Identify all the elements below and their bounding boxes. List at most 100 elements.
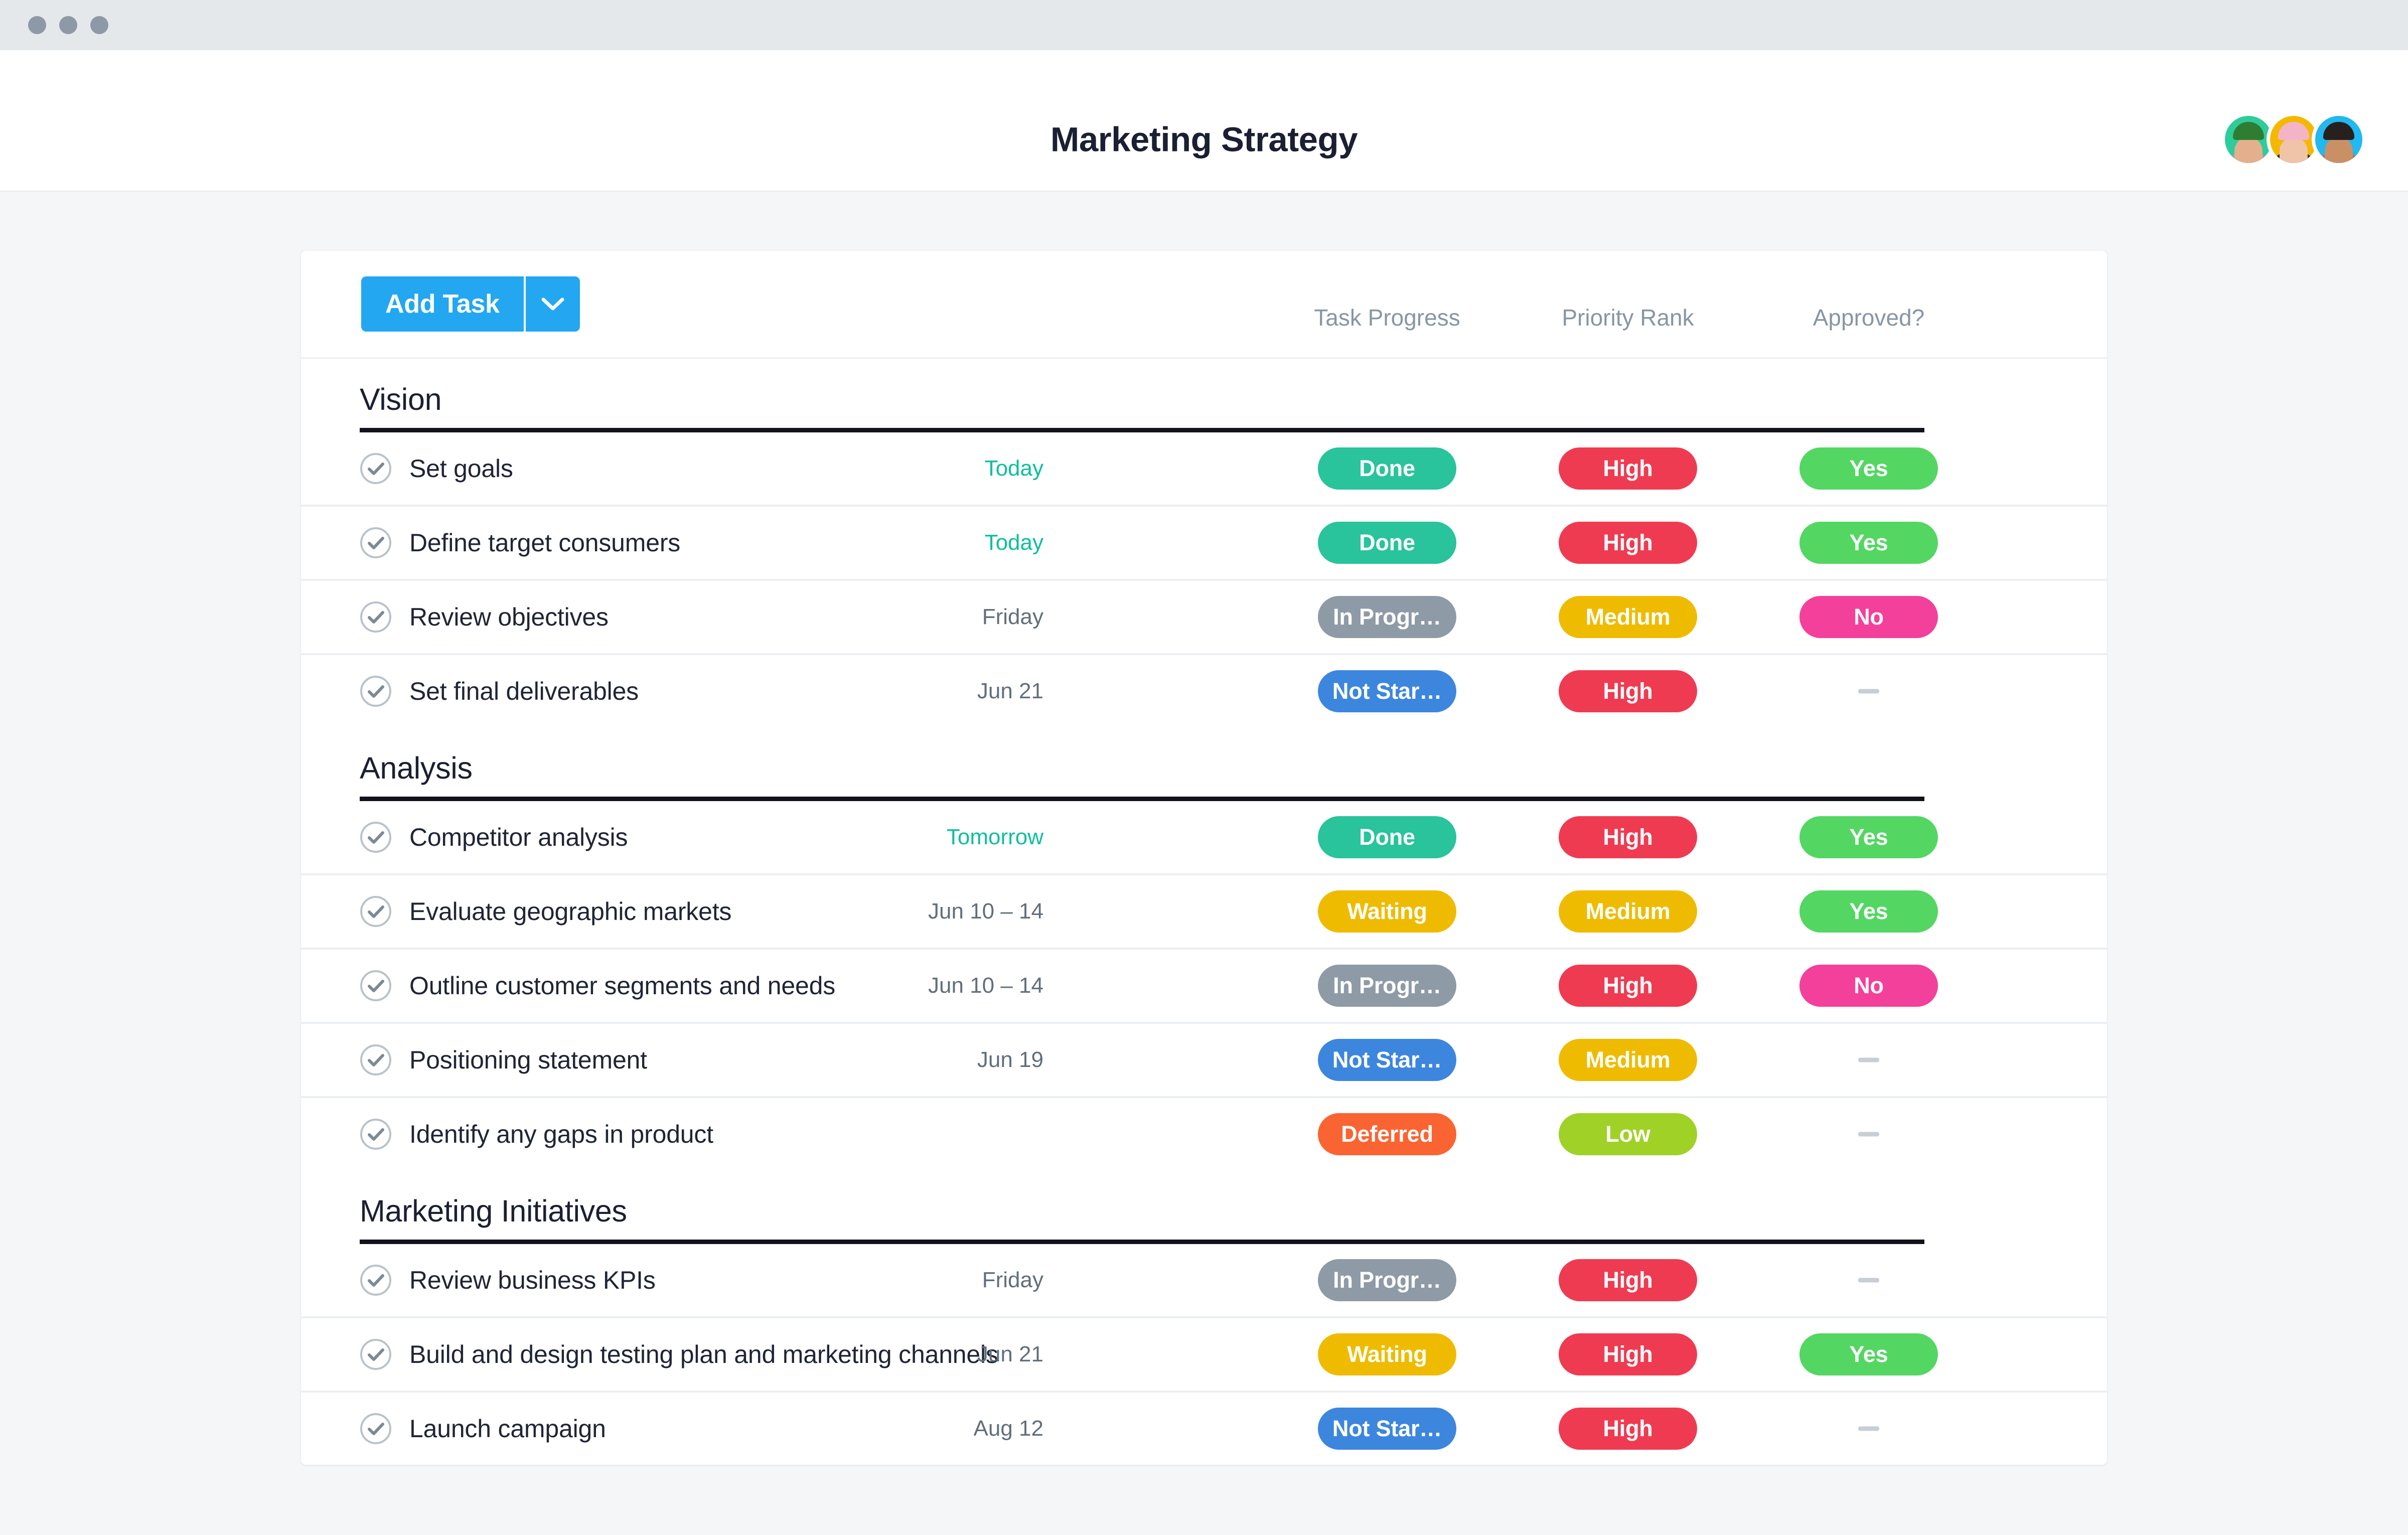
task-due-date[interactable]: Today — [985, 530, 1043, 555]
priority-rank-cell[interactable]: High — [1559, 522, 1697, 564]
task-complete-check-icon[interactable] — [360, 675, 392, 707]
approved-badge[interactable]: No — [1799, 596, 1938, 638]
section-title[interactable]: Marketing Initiatives — [301, 1170, 2107, 1240]
task-due-date[interactable]: Jun 10 – 14 — [928, 899, 1043, 924]
approved-badge[interactable]: Yes — [1799, 1333, 1938, 1375]
table-row[interactable]: Review objectives Friday In Progr… Medium No — [301, 581, 2107, 655]
task-complete-check-icon[interactable] — [360, 895, 392, 928]
approved-badge[interactable]: Yes — [1799, 447, 1938, 490]
task-progress-badge[interactable]: In Progr… — [1318, 1259, 1456, 1301]
task-complete-check-icon[interactable] — [360, 821, 392, 853]
task-due-date[interactable]: Tomorrow — [947, 825, 1043, 850]
task-due-date[interactable]: Jun 21 — [977, 679, 1043, 704]
table-row[interactable]: Launch campaign Aug 12 Not Star… High — [301, 1393, 2107, 1465]
column-header-task-progress[interactable]: Task Progress — [1314, 304, 1460, 331]
priority-rank-cell[interactable]: High — [1559, 965, 1697, 1007]
task-name[interactable]: Outline customer segments and needs — [409, 971, 835, 1000]
priority-rank-badge[interactable]: High — [1559, 1333, 1697, 1375]
task-name[interactable]: Competitor analysis — [409, 823, 628, 852]
task-progress-cell[interactable]: Not Star… — [1318, 1408, 1456, 1450]
task-name[interactable]: Evaluate geographic markets — [409, 897, 731, 926]
table-row[interactable]: Evaluate geographic markets Jun 10 – 14 Wa… — [301, 875, 2107, 950]
approved-cell[interactable]: Yes — [1799, 816, 1938, 858]
task-progress-badge[interactable]: Deferred — [1318, 1113, 1456, 1155]
task-progress-badge[interactable]: Not Star… — [1318, 670, 1456, 712]
priority-rank-badge[interactable]: High — [1559, 670, 1697, 712]
task-complete-check-icon[interactable] — [360, 970, 392, 1002]
task-progress-cell[interactable]: Done — [1318, 522, 1456, 564]
task-progress-cell[interactable]: Done — [1318, 816, 1456, 858]
priority-rank-badge[interactable]: High — [1559, 1259, 1697, 1301]
task-progress-badge[interactable]: Done — [1318, 522, 1456, 564]
task-name[interactable]: Identify any gaps in product — [409, 1120, 713, 1149]
task-name[interactable]: Define target consumers — [409, 528, 680, 557]
priority-rank-badge[interactable]: Low — [1559, 1113, 1697, 1155]
column-header-approved[interactable]: Approved? — [1813, 304, 1925, 331]
task-progress-cell[interactable]: Not Star… — [1318, 1039, 1456, 1081]
task-progress-cell[interactable]: In Progr… — [1318, 965, 1456, 1007]
task-due-date[interactable]: Friday — [982, 604, 1043, 630]
section-title[interactable]: Analysis — [301, 727, 2107, 797]
table-row[interactable]: Outline customer segments and needs Jun 1… — [301, 950, 2107, 1024]
task-due-date[interactable]: Today — [985, 456, 1043, 481]
priority-rank-badge[interactable]: High — [1559, 1408, 1697, 1450]
task-progress-cell[interactable]: Waiting — [1318, 890, 1456, 933]
task-complete-check-icon[interactable] — [360, 1264, 392, 1296]
approved-cell[interactable] — [1858, 1132, 1879, 1137]
task-name[interactable]: Review objectives — [409, 602, 609, 632]
approved-badge[interactable]: Yes — [1799, 522, 1938, 564]
priority-rank-badge[interactable]: Medium — [1559, 890, 1697, 933]
table-row[interactable]: Build and design testing plan and market… — [301, 1318, 2107, 1393]
add-task-button-group[interactable]: Add Task — [361, 276, 580, 332]
table-row[interactable]: Set goals Today Done High Yes — [301, 432, 2107, 507]
task-due-date[interactable]: Jun 21 — [977, 1342, 1043, 1367]
task-due-date[interactable]: Jun 10 – 14 — [928, 973, 1043, 998]
task-due-date[interactable]: Jun 19 — [977, 1047, 1043, 1072]
close-dot-icon[interactable] — [28, 16, 46, 34]
task-progress-cell[interactable]: Not Star… — [1318, 670, 1456, 712]
approved-badge[interactable]: Yes — [1799, 890, 1938, 933]
task-progress-badge[interactable]: Done — [1318, 447, 1456, 490]
priority-rank-badge[interactable]: High — [1559, 965, 1697, 1007]
task-progress-cell[interactable]: In Progr… — [1318, 1259, 1456, 1301]
task-progress-badge[interactable]: In Progr… — [1318, 965, 1456, 1007]
task-name[interactable]: Set final deliverables — [409, 677, 639, 706]
approved-cell[interactable] — [1858, 689, 1879, 694]
section-title[interactable]: Vision — [301, 359, 2107, 428]
approved-cell[interactable]: Yes — [1799, 1333, 1938, 1375]
task-complete-check-icon[interactable] — [360, 1118, 392, 1150]
approved-badge[interactable]: Yes — [1799, 816, 1938, 858]
task-complete-check-icon[interactable] — [360, 1413, 392, 1445]
task-due-date[interactable]: Aug 12 — [974, 1416, 1043, 1441]
task-progress-badge[interactable]: Done — [1318, 816, 1456, 858]
priority-rank-cell[interactable]: Medium — [1559, 1039, 1697, 1081]
priority-rank-cell[interactable]: High — [1559, 1408, 1697, 1450]
table-row[interactable]: Set final deliverables Jun 21 Not Star… Hig… — [301, 655, 2107, 727]
avatar[interactable] — [2312, 112, 2366, 167]
priority-rank-cell[interactable]: High — [1559, 670, 1697, 712]
approved-badge[interactable]: No — [1799, 965, 1938, 1007]
add-task-dropdown-button[interactable] — [523, 276, 580, 332]
table-row[interactable]: Identify any gaps in product Deferred Low — [301, 1098, 2107, 1170]
task-name[interactable]: Set goals — [409, 454, 513, 483]
priority-rank-cell[interactable]: High — [1559, 447, 1697, 490]
priority-rank-badge[interactable]: Medium — [1559, 1039, 1697, 1081]
priority-rank-badge[interactable]: High — [1559, 447, 1697, 490]
column-header-priority-rank[interactable]: Priority Rank — [1562, 304, 1694, 331]
approved-cell[interactable] — [1858, 1426, 1879, 1431]
table-row[interactable]: Define target consumers Today Done High Yes — [301, 507, 2107, 581]
task-progress-badge[interactable]: Waiting — [1318, 1333, 1456, 1375]
task-due-date[interactable]: Friday — [982, 1268, 1043, 1293]
task-complete-check-icon[interactable] — [360, 452, 392, 485]
priority-rank-badge[interactable]: Medium — [1559, 596, 1697, 638]
approved-cell[interactable]: No — [1799, 596, 1938, 638]
approved-cell[interactable] — [1858, 1057, 1879, 1062]
priority-rank-cell[interactable]: High — [1559, 1333, 1697, 1375]
task-progress-badge[interactable]: In Progr… — [1318, 596, 1456, 638]
priority-rank-badge[interactable]: High — [1559, 816, 1697, 858]
approved-cell[interactable]: Yes — [1799, 890, 1938, 933]
priority-rank-cell[interactable]: Low — [1559, 1113, 1697, 1155]
add-task-button[interactable]: Add Task — [361, 276, 524, 332]
maximize-dot-icon[interactable] — [90, 16, 108, 34]
priority-rank-cell[interactable]: High — [1559, 1259, 1697, 1301]
